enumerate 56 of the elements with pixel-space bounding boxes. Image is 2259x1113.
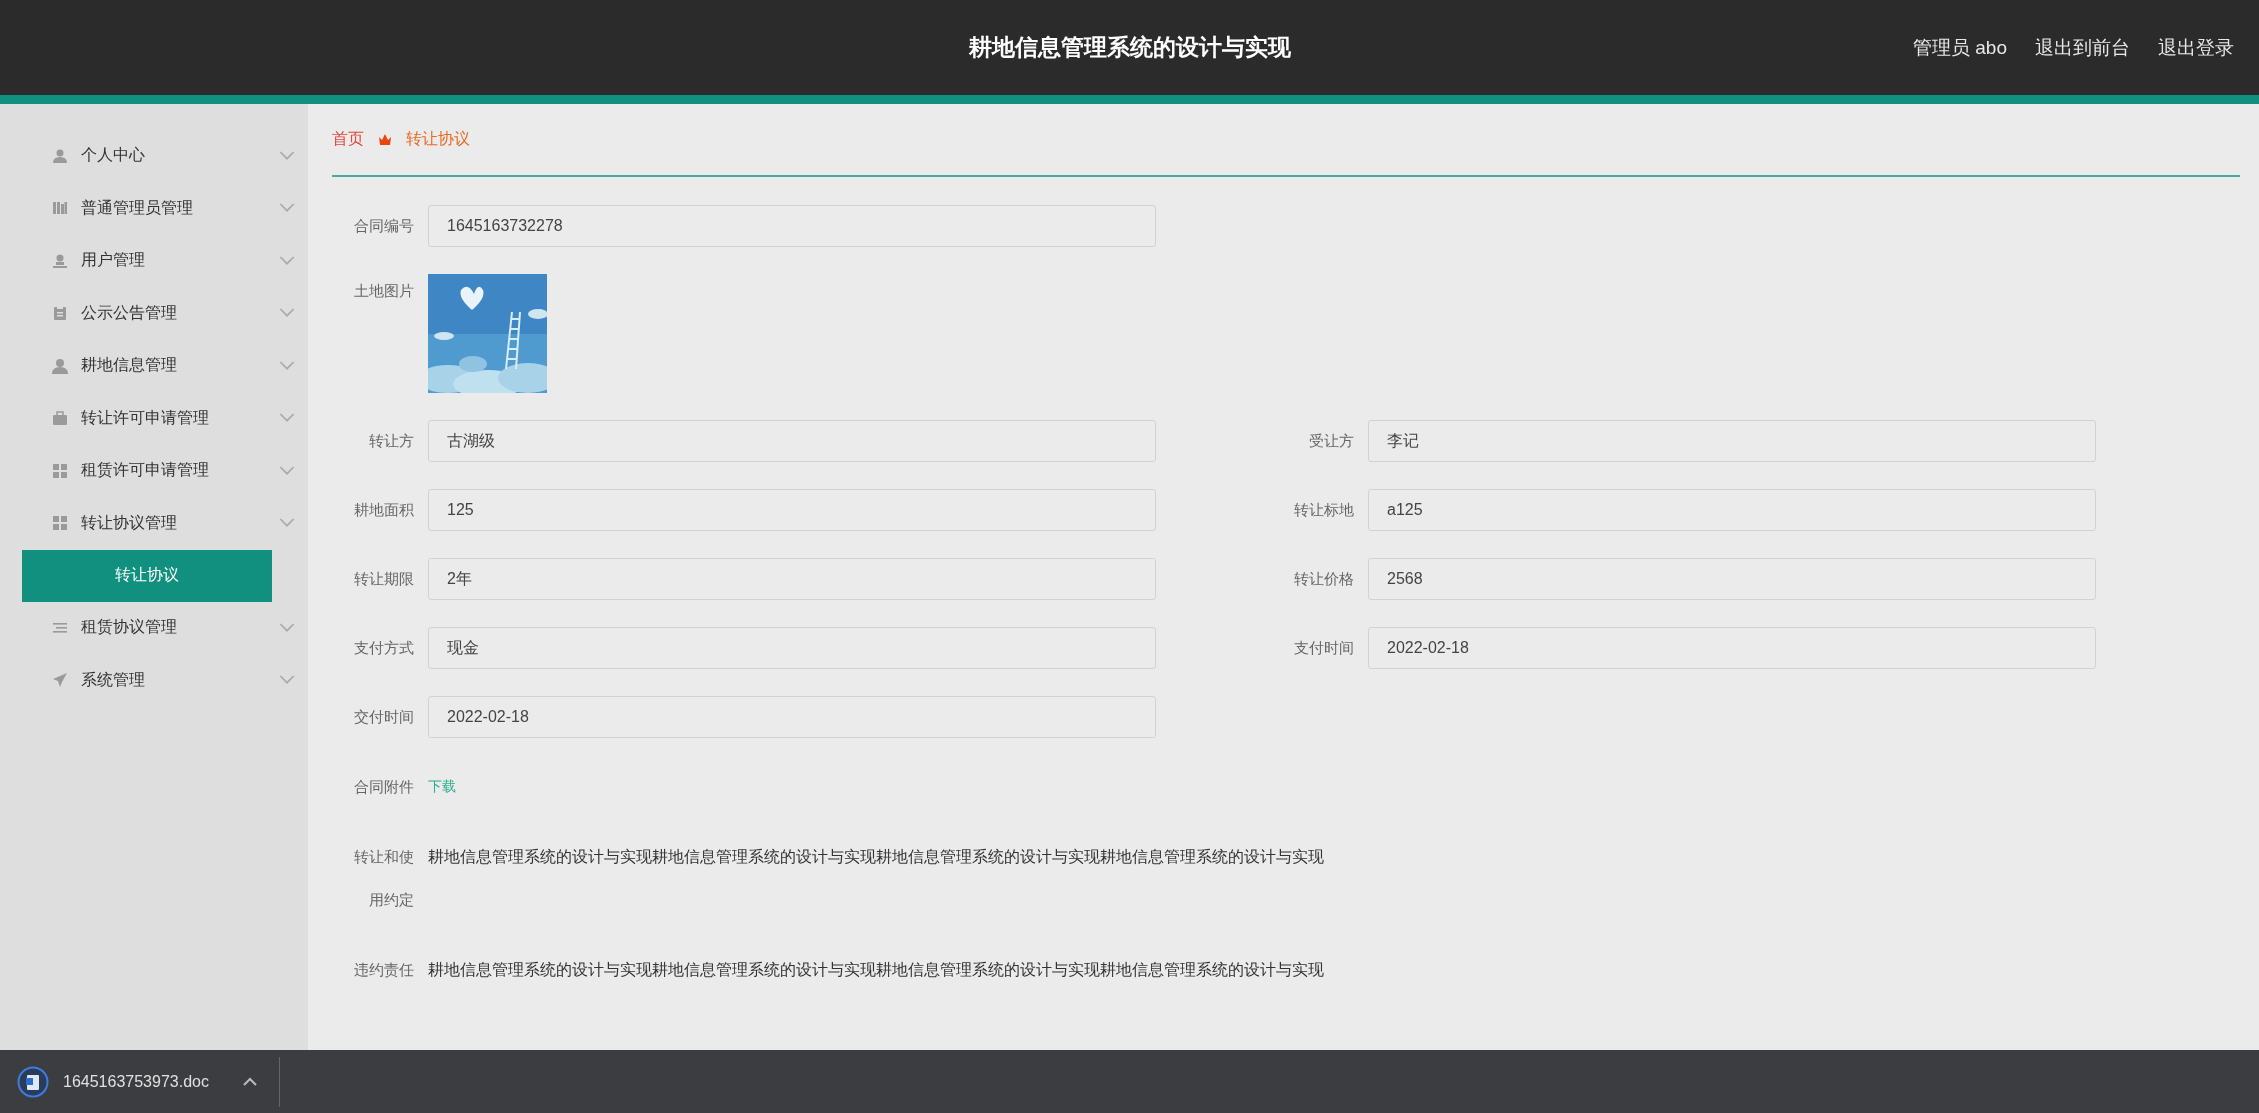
menu-item[interactable]: 转让许可申请管理 xyxy=(81,407,227,429)
grid-icon xyxy=(52,515,68,532)
input-field[interactable]: 2022-02-18 xyxy=(428,696,1156,738)
input-field[interactable]: 李记 xyxy=(1368,420,2096,462)
field-label: 违约责任 xyxy=(353,960,415,980)
grid-icon xyxy=(52,462,68,479)
paper-plane-icon xyxy=(52,672,68,689)
field-label: 支付时间 xyxy=(1293,638,1355,658)
crown-icon xyxy=(378,133,392,146)
person-icon xyxy=(52,147,68,164)
person-icon xyxy=(52,252,68,269)
menu-item[interactable]: 租赁许可申请管理 xyxy=(81,460,227,482)
field-label: 转让标地 xyxy=(1293,500,1355,520)
field-label: 转让价格 xyxy=(1293,569,1355,589)
input-field[interactable]: 1645163732278 xyxy=(428,205,1156,247)
menu-item[interactable]: 耕地信息管理 xyxy=(81,355,227,377)
field-label: 交付时间 xyxy=(353,707,415,727)
input-field[interactable]: 2022-02-18 xyxy=(1368,627,2096,669)
app-title: 耕地信息管理系统的设计与实现 xyxy=(968,34,1291,60)
input-field[interactable]: a125 xyxy=(1368,489,2096,531)
field-label: 合同编号 xyxy=(353,216,415,236)
menu-item[interactable]: 租赁协议管理 xyxy=(81,617,227,639)
field-value: 耕地信息管理系统的设计与实现耕地信息管理系统的设计与实现耕地信息管理系统的设计与实现耕地信息管理系统的设计与实现 xyxy=(428,960,1324,980)
bars-icon xyxy=(52,200,68,217)
field-label: 耕地面积 xyxy=(353,500,415,520)
clipboard-icon xyxy=(52,305,68,322)
field-label: 受让方 xyxy=(1308,431,1355,451)
user-label: 管理员 abo xyxy=(1913,35,2007,60)
briefcase-icon xyxy=(52,410,68,427)
input-field[interactable]: 古湖级 xyxy=(428,420,1156,462)
field-label: 土地图片 xyxy=(353,281,415,301)
input-field[interactable]: 125 xyxy=(428,489,1156,531)
breadcrumb-current: 转让协议 xyxy=(406,129,470,149)
caret-up-icon[interactable] xyxy=(242,1077,257,1086)
menu-item[interactable]: 系统管理 xyxy=(81,669,227,691)
field-label: 支付方式 xyxy=(353,638,415,658)
menu-item[interactable]: 公示公告管理 xyxy=(81,302,227,324)
field-label: 转让期限 xyxy=(353,569,415,589)
field-value: 耕地信息管理系统的设计与实现耕地信息管理系统的设计与实现耕地信息管理系统的设计与实现耕地信息管理系统的设计与实现 xyxy=(428,847,1324,867)
field-label: 转让和使用约定 xyxy=(353,847,415,910)
input-field[interactable]: 2年 xyxy=(428,558,1156,600)
breadcrumb-link[interactable]: 首页 xyxy=(332,129,364,150)
input-field[interactable]: 2568 xyxy=(1368,558,2096,600)
header-link[interactable]: 退出登录 xyxy=(2158,34,2234,61)
field-label: 合同附件 xyxy=(353,777,415,797)
download-filename[interactable]: 1645163753973.doc xyxy=(63,1072,209,1091)
submenu-item[interactable]: 转让协议 xyxy=(22,549,272,602)
menu-item[interactable]: 普通管理员管理 xyxy=(81,197,227,219)
field-label: 转让方 xyxy=(368,431,415,451)
document-icon xyxy=(17,1065,49,1098)
input-field[interactable]: 现金 xyxy=(428,627,1156,669)
menu-item[interactable]: 转让协议管理 xyxy=(81,512,227,534)
header-link[interactable]: 退出到前台 xyxy=(2035,34,2130,61)
person-icon xyxy=(52,357,68,374)
menu-item[interactable]: 个人中心 xyxy=(81,145,227,167)
menu-item[interactable]: 用户管理 xyxy=(81,250,227,272)
